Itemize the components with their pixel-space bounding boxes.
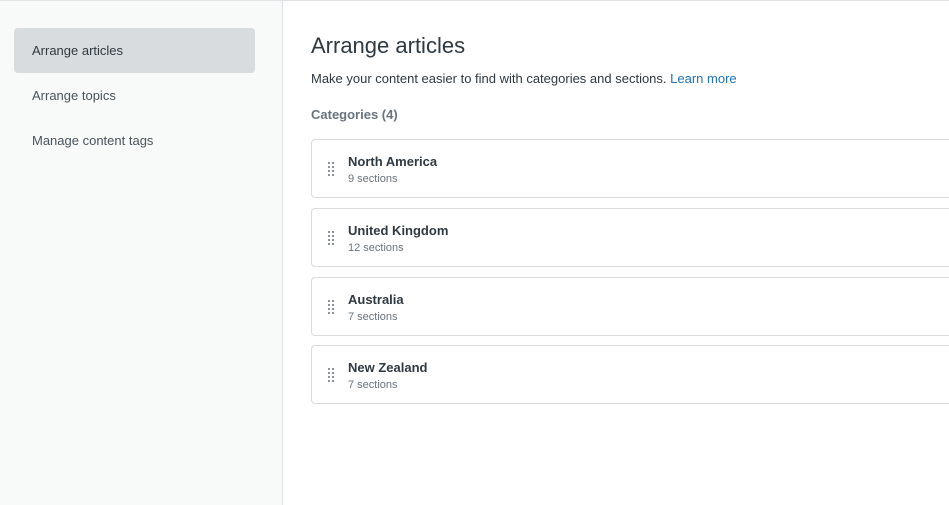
- category-card-new-zealand[interactable]: New Zealand 7 sections: [311, 345, 949, 404]
- page-title: Arrange articles: [311, 33, 466, 58]
- category-section-count: 7 sections: [348, 311, 398, 323]
- category-name: New Zealand: [348, 360, 428, 375]
- description-text: Make your content easier to find with ca…: [311, 71, 667, 86]
- sidebar-item-label: Manage content tags: [32, 133, 154, 148]
- category-section-count: 9 sections: [348, 173, 398, 185]
- category-section-count: 12 sections: [348, 242, 404, 254]
- drag-handle-icon[interactable]: [328, 300, 334, 314]
- learn-more-link[interactable]: Learn more: [670, 71, 736, 86]
- drag-handle-icon[interactable]: [328, 368, 334, 382]
- sidebar-item-manage-content-tags[interactable]: Manage content tags: [14, 118, 255, 163]
- sidebar-item-label: Arrange topics: [32, 88, 116, 103]
- category-card-united-kingdom[interactable]: United Kingdom 12 sections: [311, 208, 949, 267]
- sidebar-item-arrange-articles[interactable]: Arrange articles: [14, 28, 255, 73]
- category-name: United Kingdom: [348, 223, 449, 238]
- sidebar: Arrange articles Arrange topics Manage c…: [0, 1, 283, 505]
- drag-handle-icon[interactable]: [328, 231, 334, 245]
- page-description: Make your content easier to find with ca…: [311, 70, 949, 88]
- category-card-australia[interactable]: Australia 7 sections: [311, 277, 949, 336]
- category-name: Australia: [348, 292, 404, 307]
- drag-handle-icon[interactable]: [328, 162, 334, 176]
- category-section-count: 7 sections: [348, 379, 398, 391]
- category-list: North America 9 sections United Kingdom: [311, 139, 949, 404]
- sidebar-item-arrange-topics[interactable]: Arrange topics: [14, 73, 255, 118]
- categories-heading: Categories (4): [311, 107, 398, 122]
- sidebar-item-label: Arrange articles: [32, 43, 124, 58]
- app-window: Arrange articles Arrange topics Manage c…: [0, 0, 949, 505]
- category-card-north-america[interactable]: North America 9 sections: [311, 139, 949, 198]
- main-content: Arrange articles Make your content easie…: [283, 1, 949, 505]
- category-name: North America: [348, 154, 438, 169]
